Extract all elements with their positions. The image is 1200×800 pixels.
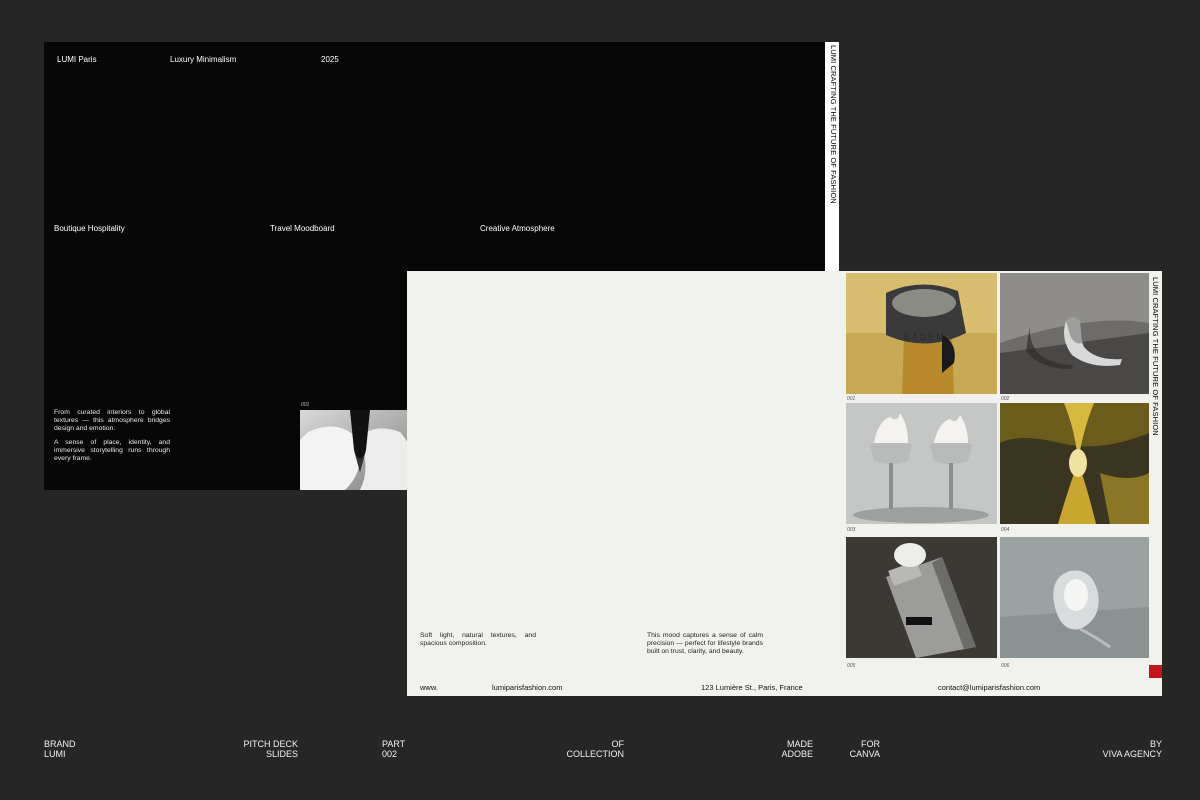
footer-by: BY VIVA AGENCY [1080, 739, 1162, 760]
footer-by-line2: VIVA AGENCY [1102, 749, 1162, 760]
dark-side-text: LUMI CRAFTING THE FUTURE OF FASHION [829, 45, 838, 204]
footer-brand: BRAND LUMI [44, 739, 76, 760]
footer-for-line2: CANVA [849, 749, 880, 760]
footer-pitch: PITCH DECK SLIDES [240, 739, 298, 760]
grid-num-1: 001 [847, 396, 856, 402]
grid-num-4: 004 [1001, 527, 1010, 533]
thumb-num-1: 001 [301, 402, 310, 408]
light-text-2: This mood captures a sense of calm preci… [647, 632, 763, 655]
chrome-chair-photo-icon [1000, 273, 1149, 394]
grid-num-6: 006 [1001, 663, 1010, 669]
gold-liquid-photo-icon [1000, 403, 1149, 524]
description-2: A sense of place, identity, and immersiv… [54, 439, 170, 463]
chrome-drop-photo-icon [1000, 537, 1149, 658]
light-side-text: LUMI CRAFTING THE FUTURE OF FASHION [1151, 277, 1160, 436]
light-slide: LUMI CRAFTING THE FUTURE OF FASHION EADE… [407, 271, 1162, 696]
footer-for-line1: FOR [861, 739, 880, 749]
footer-part: PART 002 [382, 739, 405, 760]
perfume-bottle-photo-icon: EADEM [846, 273, 997, 394]
footer-for: FOR CANVA [846, 739, 880, 760]
theme-label: Luxury Minimalism [170, 55, 237, 64]
grid-image-2 [1000, 273, 1149, 394]
grid-image-6 [1000, 537, 1149, 658]
footer-of-line1: OF [611, 739, 625, 749]
metal-tube-photo-icon [846, 537, 997, 658]
caption-boutique: Boutique Hospitality [54, 224, 125, 233]
grid-image-4 [1000, 403, 1149, 524]
footer-site-link[interactable]: lumiparisfashion.com [492, 683, 562, 692]
caption-travel: Travel Moodboard [270, 224, 335, 233]
footer-pitch-line1: PITCH DECK [243, 739, 298, 749]
light-text-1: Soft light, natural textures, and spacio… [420, 632, 536, 647]
grid-num-3: 003 [847, 527, 856, 533]
footer-email-link[interactable]: contact@lumiparisfashion.com [938, 683, 1040, 692]
grid-image-5 [846, 537, 997, 658]
bottle-label: EADEM [904, 332, 946, 342]
footer-brand-line1: BRAND [44, 739, 76, 749]
cream-glasses-photo-icon [846, 403, 997, 524]
footer-brand-line2: LUMI [44, 749, 66, 760]
footer-made-line1: MADE [786, 739, 813, 749]
footer-address: 123 Lumière St., Paris, France [701, 683, 803, 692]
footer-made: MADE ADOBE [770, 739, 813, 760]
grid-image-3 [846, 403, 997, 524]
caption-atmosphere: Creative Atmosphere [480, 224, 555, 233]
footer-of-line2: COLLECTION [566, 749, 624, 760]
brand-label: LUMI Paris [57, 55, 97, 64]
grid-image-1: EADEM [846, 273, 997, 394]
footer-part-line1: PART [382, 739, 406, 749]
accent-mark-2 [1149, 665, 1162, 678]
footer-of: OF COLLECTION [562, 739, 624, 760]
dark-description: From curated interiors to global texture… [54, 409, 170, 463]
footer-made-line2: ADOBE [781, 749, 813, 760]
grid-num-5: 005 [847, 663, 856, 669]
footer-part-line2: 002 [382, 749, 398, 760]
year-label: 2025 [321, 55, 339, 64]
grid-num-2: 002 [1001, 396, 1010, 402]
footer-www: www. [420, 683, 438, 692]
description-1: From curated interiors to global texture… [54, 409, 170, 432]
footer-by-line1: BY [1149, 739, 1162, 749]
footer-pitch-line2: SLIDES [265, 749, 298, 760]
